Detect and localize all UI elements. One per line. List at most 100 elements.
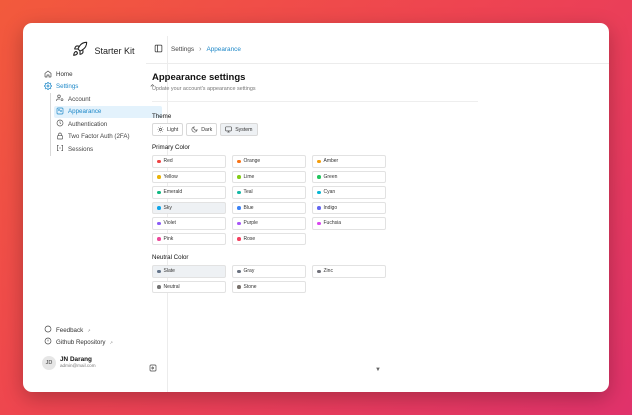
sidebar-toggle-icon[interactable] (154, 44, 163, 55)
moon-icon (191, 126, 198, 133)
primary-color-section: Primary Color Red Orange Amber Yellow Lime Gr… (152, 144, 386, 245)
avatar: JD (42, 356, 56, 370)
color-option-label: Gray (243, 268, 255, 275)
primary-color-option-violet[interactable]: Violet (152, 217, 226, 230)
topbar: Settings › Appearance (146, 36, 609, 64)
neutral-color-option-zinc[interactable]: Zinc (312, 265, 386, 278)
external-link-icon: ↗ (109, 339, 113, 345)
divider (152, 101, 478, 102)
sidebar-item-authentication[interactable]: Authentication (56, 118, 162, 131)
color-option-label: Indigo (323, 204, 338, 211)
color-swatch-dot (157, 175, 161, 179)
settings-subnav: Account Appearance Authentication Two Facto… (50, 93, 162, 156)
sidebar-item-label: Two Factor Auth (2FA) (68, 133, 130, 141)
theme-dark-button[interactable]: Dark (186, 123, 218, 136)
message-circle-icon (44, 325, 52, 335)
primary-color-option-green[interactable]: Green (312, 170, 386, 183)
primary-color-option-amber[interactable]: Amber (312, 155, 386, 168)
color-option-label: Sky (163, 204, 172, 211)
sidebar-item-account[interactable]: Account (56, 93, 162, 106)
color-swatch-dot (317, 269, 321, 273)
color-swatch-dot (157, 285, 161, 289)
sidebar-item-label: Authentication (68, 120, 108, 128)
external-link-icon: ↗ (87, 327, 91, 333)
sidebar-item-settings[interactable]: Settings (44, 80, 162, 92)
color-option-label: Neutral (163, 283, 180, 290)
sidebar-item-two-factor-auth-2fa[interactable]: Two Factor Auth (2FA) (56, 131, 162, 144)
primary-color-option-emerald[interactable]: Emerald (152, 186, 226, 199)
logout-icon[interactable] (149, 359, 157, 372)
primary-color-option-red[interactable]: Red (152, 155, 226, 168)
color-swatch-dot (237, 285, 241, 289)
color-option-label: Lime (243, 173, 255, 180)
primary-color-option-cyan[interactable]: Cyan (312, 186, 386, 199)
page-title: Appearance settings (152, 72, 246, 83)
primary-color-option-sky[interactable]: Sky (152, 201, 226, 214)
breadcrumb-parent[interactable]: Settings (171, 46, 194, 53)
primary-color-option-indigo[interactable]: Indigo (312, 201, 386, 214)
color-swatch-dot (237, 206, 241, 210)
primary-color-option-blue[interactable]: Blue (232, 201, 306, 214)
sidebar-item-label: Appearance (68, 108, 102, 116)
page-subtitle: Update your account's appearance setting… (152, 86, 256, 92)
color-swatch-dot (237, 190, 241, 194)
sidebar-footer-links: Feedback ↗ Github Repository ↗ (44, 324, 162, 348)
primary-color-option-fuchsia[interactable]: Fuchsia (312, 217, 386, 230)
primary-color-option-lime[interactable]: Lime (232, 170, 306, 183)
sidebar-item-home[interactable]: Home (44, 68, 162, 80)
neutral-color-section: Neutral Color Slate Gray Zinc Neutral Stone (152, 254, 386, 293)
home-icon (44, 70, 52, 78)
sessions-icon (56, 144, 64, 154)
sidebar-item-label: Account (68, 95, 91, 103)
primary-color-option-purple[interactable]: Purple (232, 217, 306, 230)
color-option-label: Violet (163, 220, 176, 227)
color-swatch-dot (317, 206, 321, 210)
color-option-label: Green (323, 173, 338, 180)
color-option-label: Fuchsia (323, 220, 342, 227)
color-option-label: Amber (323, 158, 339, 165)
brand-name: Starter Kit (94, 46, 135, 56)
neutral-color-option-slate[interactable]: Slate (152, 265, 226, 278)
color-option-label: Stone (243, 283, 257, 290)
palette-icon (56, 107, 64, 117)
sidebar: Starter Kit Home Settings Account Appeara… (39, 36, 168, 392)
scroll-down-icon[interactable]: ▼ (375, 367, 381, 373)
primary-color-option-teal[interactable]: Teal (232, 186, 306, 199)
theme-option-label: System (235, 126, 253, 133)
color-option-label: Teal (243, 189, 253, 196)
feedback-link[interactable]: Feedback ↗ (44, 324, 162, 336)
rocket-icon (72, 41, 88, 62)
github-repository-link[interactable]: Github Repository ↗ (44, 336, 162, 348)
theme-label: Theme (152, 113, 172, 120)
page-header: Appearance settings Update your account'… (152, 72, 482, 92)
color-option-label: Zinc (323, 268, 333, 275)
user-menu[interactable]: JD JN Darang admin@mail.com (42, 356, 163, 372)
feedback-label: Feedback (56, 326, 84, 334)
monitor-icon (225, 126, 232, 133)
color-option-label: Rose (243, 235, 256, 242)
primary-color-option-yellow[interactable]: Yellow (152, 170, 226, 183)
sidebar-nav: Home Settings Account Appearance Authentic… (44, 68, 162, 156)
primary-color-option-pink[interactable]: Pink (152, 232, 226, 245)
breadcrumb-current: Appearance (206, 46, 241, 53)
sidebar-item-appearance[interactable]: Appearance (54, 105, 162, 118)
neutral-color-option-neutral[interactable]: Neutral (152, 280, 226, 293)
primary-color-grid: Red Orange Amber Yellow Lime Green Emerald Teal… (152, 155, 386, 245)
neutral-color-option-gray[interactable]: Gray (232, 265, 306, 278)
primary-color-label: Primary Color (152, 144, 190, 151)
user-email: admin@mail.com (60, 362, 96, 368)
sidebar-item-label: Home (56, 70, 73, 78)
primary-color-option-orange[interactable]: Orange (232, 155, 306, 168)
theme-light-button[interactable]: Light (152, 123, 184, 136)
neutral-color-option-stone[interactable]: Stone (232, 280, 306, 293)
color-swatch-dot (157, 190, 161, 194)
color-option-label: Emerald (163, 189, 183, 196)
theme-system-button[interactable]: System (220, 123, 258, 136)
github-label: Github Repository (56, 338, 106, 346)
sidebar-item-sessions[interactable]: Sessions (56, 143, 162, 156)
primary-color-option-rose[interactable]: Rose (232, 232, 306, 245)
user-info: JN Darang admin@mail.com (60, 357, 96, 369)
color-option-label: Blue (243, 204, 254, 211)
color-swatch-dot (317, 221, 321, 225)
sidebar-item-label: Settings (56, 82, 79, 90)
